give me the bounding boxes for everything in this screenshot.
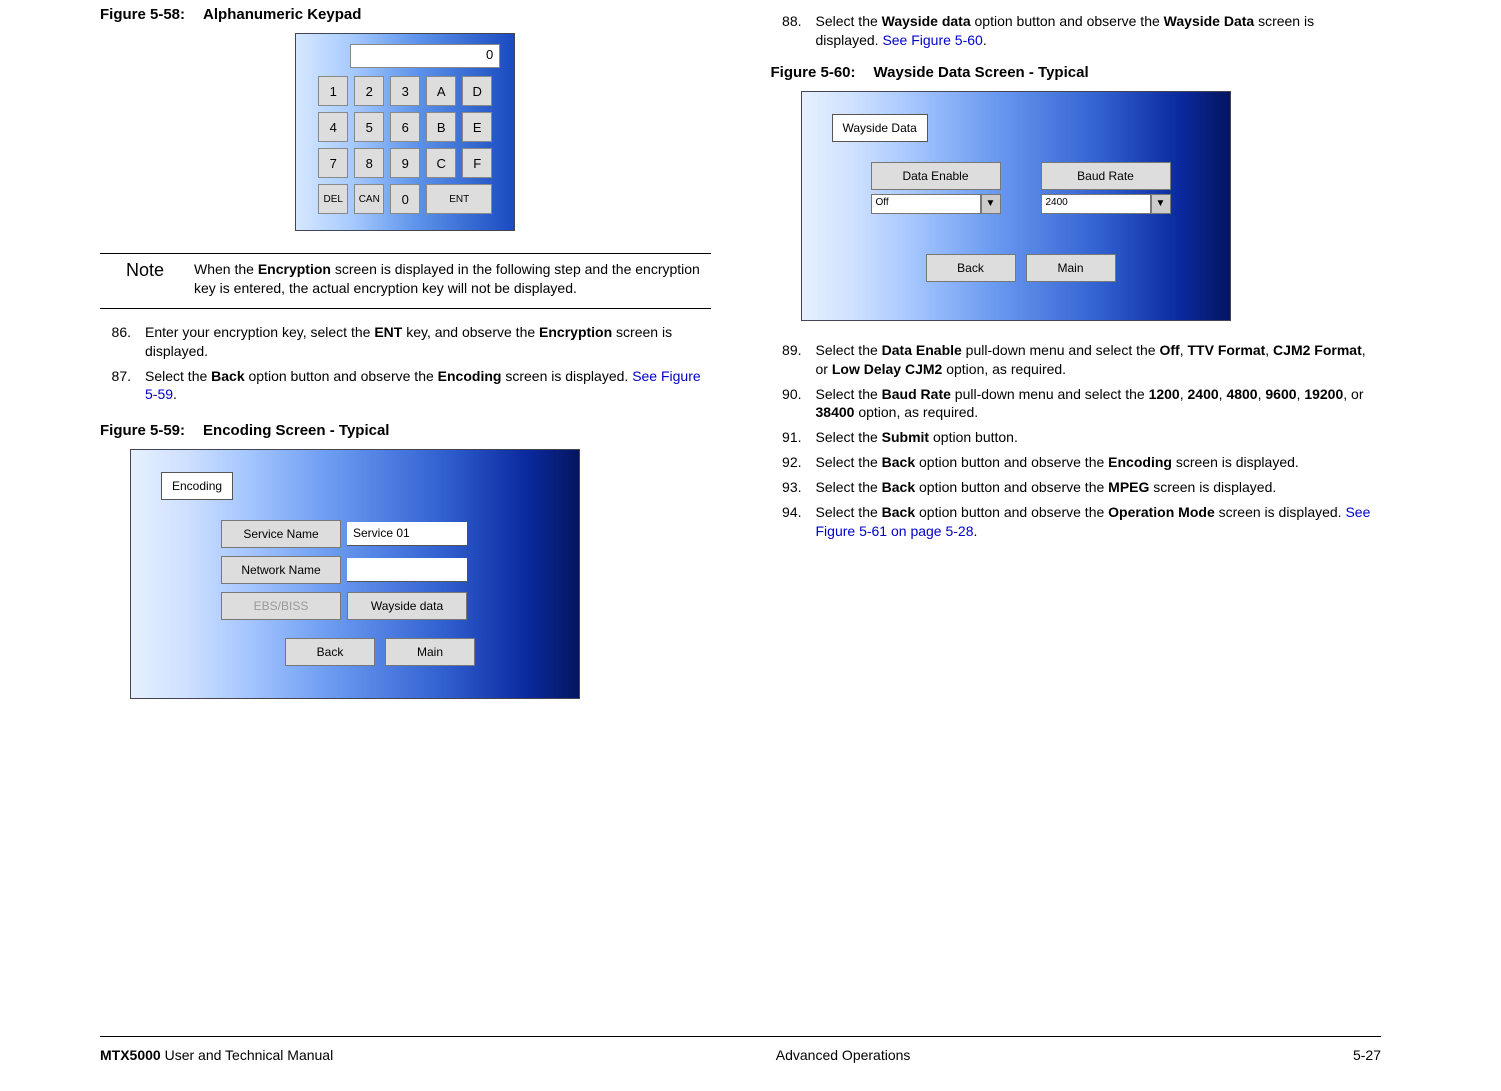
wayside-figure: Wayside Data Data Enable Baud Rate Off ▼…	[801, 91, 1382, 321]
key-can[interactable]: CAN	[354, 184, 384, 214]
note-label: Note	[100, 260, 190, 281]
step-body: Select the Back option button and observ…	[816, 453, 1382, 472]
step-num: 86.	[100, 323, 145, 361]
service-name-field[interactable]: Service 01	[347, 522, 467, 546]
step-body: Select the Wayside data option button an…	[816, 12, 1382, 50]
step-body: Select the Submit option button.	[816, 428, 1382, 447]
step-body: Select the Back option button and observ…	[816, 503, 1382, 541]
back-button[interactable]: Back	[285, 638, 375, 666]
note-text: When the Encryption screen is displayed …	[190, 260, 711, 298]
footer-left: MTX5000 User and Technical Manual	[100, 1047, 333, 1063]
step-94: 94. Select the Back option button and ob…	[771, 503, 1382, 541]
key-6[interactable]: 6	[390, 112, 420, 142]
wayside-data-button[interactable]: Wayside data	[347, 592, 467, 620]
data-enable-value: Off	[871, 194, 981, 214]
step-89: 89. Select the Data Enable pull-down men…	[771, 341, 1382, 379]
step-body: Select the Data Enable pull-down menu an…	[816, 341, 1382, 379]
panel-tab: Wayside Data	[832, 114, 928, 142]
step-86: 86. Enter your encryption key, select th…	[100, 323, 711, 361]
step-num: 92.	[771, 453, 816, 472]
step-num: 90.	[771, 385, 816, 423]
service-name-button[interactable]: Service Name	[221, 520, 341, 548]
footer-page-number: 5-27	[1353, 1047, 1381, 1063]
step-body: Select the Back option button and observ…	[145, 367, 711, 405]
step-92: 92. Select the Back option button and ob…	[771, 453, 1382, 472]
step-body: Select the Baud Rate pull-down menu and …	[816, 385, 1382, 423]
left-column: Figure 5-58: Alphanumeric Keypad 0 1 2 3 …	[100, 6, 711, 699]
step-90: 90. Select the Baud Rate pull-down menu …	[771, 385, 1382, 423]
key-d[interactable]: D	[462, 76, 492, 106]
baud-rate-value: 2400	[1041, 194, 1151, 214]
key-3[interactable]: 3	[390, 76, 420, 106]
step-num: 93.	[771, 478, 816, 497]
key-5[interactable]: 5	[354, 112, 384, 142]
key-4[interactable]: 4	[318, 112, 348, 142]
key-a[interactable]: A	[426, 76, 456, 106]
note-rule-bottom	[100, 308, 711, 309]
main-button[interactable]: Main	[385, 638, 475, 666]
ebs-biss-button: EBS/BISS	[221, 592, 341, 620]
keypad-display: 0	[350, 44, 500, 68]
key-9[interactable]: 9	[390, 148, 420, 178]
xref-fig60[interactable]: See Figure 5-60	[882, 32, 982, 48]
main-button[interactable]: Main	[1026, 254, 1116, 282]
dropdown-arrow-icon[interactable]: ▼	[1151, 194, 1171, 214]
key-e[interactable]: E	[462, 112, 492, 142]
step-num: 91.	[771, 428, 816, 447]
figure-59-title: Figure 5-59: Encoding Screen - Typical	[100, 422, 711, 439]
key-f[interactable]: F	[462, 148, 492, 178]
note-bold: Encryption	[258, 261, 331, 277]
note-block: Note When the Encryption screen is displ…	[100, 253, 711, 309]
key-8[interactable]: 8	[354, 148, 384, 178]
step-num: 88.	[771, 12, 816, 50]
step-num: 87.	[100, 367, 145, 405]
step-93: 93. Select the Back option button and ob…	[771, 478, 1382, 497]
step-87: 87. Select the Back option button and ob…	[100, 367, 711, 405]
figure-caption: Encoding Screen - Typical	[203, 422, 389, 439]
note-text-a: When the	[194, 261, 258, 277]
step-num: 94.	[771, 503, 816, 541]
baud-rate-label: Baud Rate	[1041, 162, 1171, 190]
key-ent[interactable]: ENT	[426, 184, 492, 214]
key-2[interactable]: 2	[354, 76, 384, 106]
data-enable-label: Data Enable	[871, 162, 1001, 190]
footer-center: Advanced Operations	[776, 1047, 911, 1063]
right-column: 88. Select the Wayside data option butto…	[771, 6, 1382, 699]
step-body: Select the Back option button and observ…	[816, 478, 1382, 497]
keypad-panel: 0 1 2 3 A D 4 5 6 B E 7 8	[295, 33, 515, 231]
key-1[interactable]: 1	[318, 76, 348, 106]
figure-caption: Alphanumeric Keypad	[203, 6, 361, 23]
step-91: 91. Select the Submit option button.	[771, 428, 1382, 447]
encoding-figure: Encoding Service Name Service 01 Network…	[130, 449, 711, 699]
figure-label: Figure 5-60:	[771, 64, 856, 81]
network-name-field[interactable]	[347, 558, 467, 582]
figure-58-title: Figure 5-58: Alphanumeric Keypad	[100, 6, 711, 23]
step-body: Enter your encryption key, select the EN…	[145, 323, 711, 361]
page-footer: MTX5000 User and Technical Manual Advanc…	[100, 1036, 1381, 1063]
panel-tab: Encoding	[161, 472, 233, 500]
figure-label: Figure 5-58:	[100, 6, 185, 23]
back-button[interactable]: Back	[926, 254, 1016, 282]
network-name-button[interactable]: Network Name	[221, 556, 341, 584]
key-0[interactable]: 0	[390, 184, 420, 214]
key-7[interactable]: 7	[318, 148, 348, 178]
figure-caption: Wayside Data Screen - Typical	[874, 64, 1089, 81]
dropdown-arrow-icon[interactable]: ▼	[981, 194, 1001, 214]
keypad-figure: 0 1 2 3 A D 4 5 6 B E 7 8	[100, 33, 711, 231]
key-b[interactable]: B	[426, 112, 456, 142]
step-num: 89.	[771, 341, 816, 379]
key-c[interactable]: C	[426, 148, 456, 178]
baud-rate-select[interactable]: 2400 ▼	[1041, 194, 1171, 214]
key-del[interactable]: DEL	[318, 184, 348, 214]
encoding-panel: Encoding Service Name Service 01 Network…	[130, 449, 580, 699]
step-88: 88. Select the Wayside data option butto…	[771, 12, 1382, 50]
figure-60-title: Figure 5-60: Wayside Data Screen - Typica…	[771, 64, 1382, 81]
figure-label: Figure 5-59:	[100, 422, 185, 439]
data-enable-select[interactable]: Off ▼	[871, 194, 1001, 214]
wayside-panel: Wayside Data Data Enable Baud Rate Off ▼…	[801, 91, 1231, 321]
